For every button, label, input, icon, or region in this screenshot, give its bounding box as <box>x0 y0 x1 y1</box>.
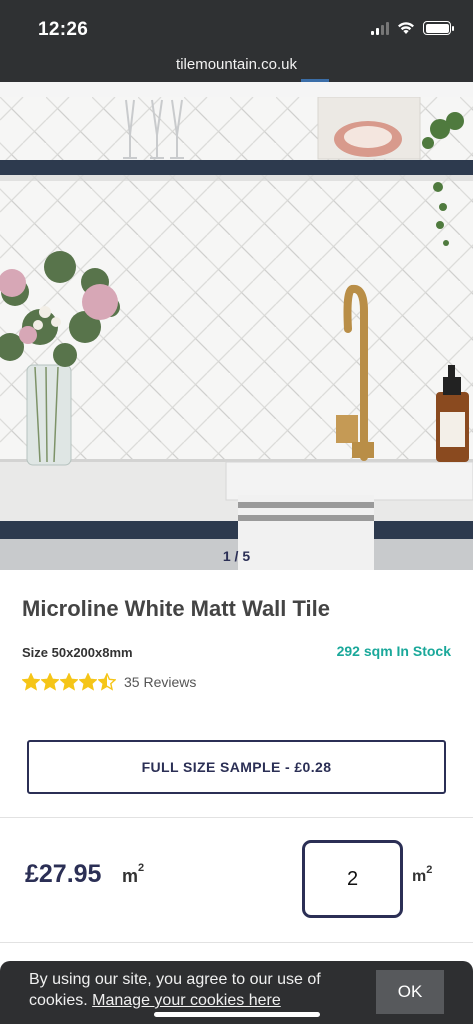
wifi-icon <box>398 22 414 34</box>
product-price: £27.95 <box>25 860 102 888</box>
shelf <box>0 160 473 175</box>
cookie-banner: By using our site, you agree to our use … <box>0 961 473 1024</box>
battery-icon <box>423 21 454 35</box>
manage-cookies-link[interactable]: Manage your cookies here <box>92 992 281 1009</box>
gallery-counter: 1 / 5 <box>222 548 251 564</box>
url-bar[interactable]: tilemountain.co.uk <box>0 56 473 73</box>
cellular-signal-icon <box>371 22 389 35</box>
home-indicator <box>154 1012 320 1017</box>
star-full-icon <box>60 673 78 691</box>
product-size: Size 50x200x8mm <box>22 645 133 660</box>
star-half-icon <box>98 673 116 691</box>
cookie-message: By using our site, you agree to our use … <box>29 971 321 1009</box>
product-image <box>0 97 473 570</box>
gallery-top-strip <box>0 82 473 97</box>
stock-status: 292 sqm In Stock <box>336 643 451 659</box>
star-full-icon <box>22 673 40 691</box>
quantity-unit: m2 <box>412 864 433 885</box>
star-full-icon <box>41 673 59 691</box>
star-full-icon <box>79 673 97 691</box>
divider <box>0 817 473 818</box>
product-title: Microline White Matt Wall Tile <box>22 596 331 621</box>
status-time: 12:26 <box>38 19 89 40</box>
divider <box>0 942 473 943</box>
order-sample-button[interactable]: FULL SIZE SAMPLE - £0.28 <box>27 740 446 794</box>
product-image-gallery[interactable] <box>0 97 473 570</box>
reviews-link[interactable]: 35 Reviews <box>124 674 196 690</box>
quantity-input[interactable] <box>302 840 403 918</box>
rating[interactable]: 35 Reviews <box>22 673 196 691</box>
star-rating <box>22 673 116 691</box>
status-icons <box>371 21 454 35</box>
price-unit: m2 <box>122 862 145 886</box>
browser-chrome: 12:26 tilemountain.co.uk <box>0 0 473 82</box>
cookie-accept-button[interactable]: OK <box>376 970 444 1014</box>
